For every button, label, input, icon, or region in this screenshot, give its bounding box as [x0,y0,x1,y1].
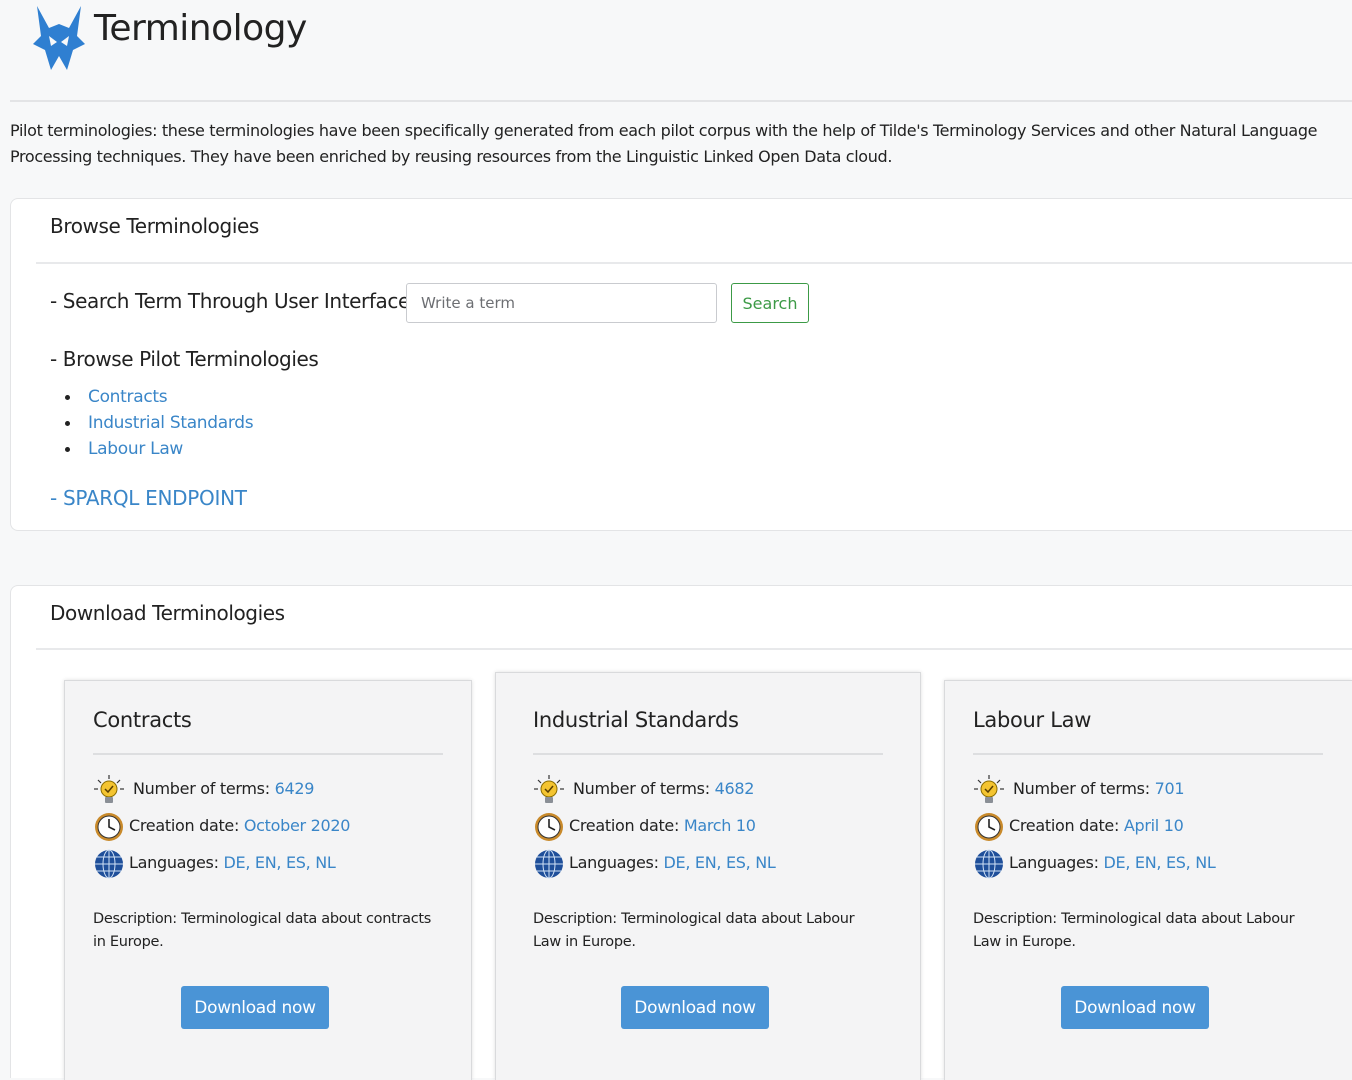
term-search-input[interactable] [406,283,717,323]
languages-value: DE, EN, ES, NL [1103,853,1216,872]
download-now-button[interactable]: Download now [181,986,329,1029]
card-divider [93,753,443,755]
lightbulb-icon [94,775,124,803]
creation-date-text: Creation date: October 2020 [129,811,350,841]
languages-text: Languages: DE, EN, ES, NL [569,848,776,878]
pilot-link-labour-law[interactable]: Labour Law [88,439,183,459]
intro-lead: Pilot terminologies: [10,121,158,140]
pilot-terminology-list: Contracts Industrial Standards Labour La… [50,384,254,462]
card-description: Description: Terminological data about L… [973,911,1295,950]
lightbulb-icon [974,775,1004,803]
card-title: Labour Law [973,708,1092,732]
creation-date-text: Creation date: April 10 [1009,811,1184,841]
pilot-link-industrial-standards[interactable]: Industrial Standards [88,413,254,433]
search-term-label: - Search Term Through User Interface [50,289,410,313]
terms-count-text: Number of terms: 6429 [133,774,314,804]
terms-value: 6429 [274,779,315,798]
date-label: Creation date: [1009,816,1120,835]
terminology-card-contracts: Contracts Number of terms: 6429 Creation… [64,680,472,1080]
creation-date-text: Creation date: March 10 [569,811,756,841]
intro-text: these terminologies have been specifical… [10,121,1318,166]
search-button[interactable]: Search [731,283,809,323]
terminology-card-industrial-standards: Industrial Standards Number of terms: 46… [495,672,921,1080]
card-divider [973,753,1323,755]
card-description: Description: Terminological data about c… [93,911,432,950]
terms-label: Number of terms: [133,779,270,798]
pilot-link-contracts[interactable]: Contracts [88,387,168,407]
clock-icon [95,813,123,841]
globe-icon [95,849,123,879]
languages-label: Languages: [1009,853,1099,872]
list-item: Contracts [50,384,253,410]
languages-label: Languages: [129,853,219,872]
terms-label: Number of terms: [573,779,710,798]
header-divider [10,100,1352,102]
site-title: Terminology [94,8,307,49]
globe-icon [535,849,563,879]
date-value: March 10 [683,816,756,835]
clock-icon [975,813,1003,841]
browse-panel-title: Browse Terminologies [50,214,259,238]
terms-value: 4682 [714,779,755,798]
download-now-button[interactable]: Download now [1061,986,1209,1029]
download-terminologies-panel: Download Terminologies Contracts Number … [10,585,1352,1080]
site-header: Terminology [0,0,1352,102]
date-label: Creation date: [569,816,680,835]
terms-label: Number of terms: [1013,779,1150,798]
card-description: Description: Terminological data about L… [533,911,855,950]
date-value: October 2020 [243,816,351,835]
terms-value: 701 [1154,779,1185,798]
languages-label: Languages: [569,853,659,872]
download-panel-divider [36,648,1352,650]
lynx-logo-icon[interactable] [33,6,85,70]
languages-value: DE, EN, ES, NL [663,853,776,872]
terminology-card-labour-law: Labour Law Number of terms: 701 Creation… [944,680,1352,1080]
languages-value: DE, EN, ES, NL [223,853,336,872]
terms-count-text: Number of terms: 4682 [573,774,754,804]
date-label: Creation date: [129,816,240,835]
download-now-button[interactable]: Download now [621,986,769,1029]
languages-text: Languages: DE, EN, ES, NL [1009,848,1216,878]
list-item: Labour Law [50,436,253,462]
terms-count-text: Number of terms: 701 [1013,774,1185,804]
download-panel-title: Download Terminologies [50,601,285,625]
browse-pilot-label: - Browse Pilot Terminologies [50,347,319,371]
browse-panel-divider [36,262,1352,264]
card-divider [533,753,883,755]
lightbulb-icon [534,775,564,803]
list-item: Industrial Standards [50,410,254,436]
card-title: Contracts [93,708,192,732]
clock-icon [535,813,563,841]
sparql-endpoint-link[interactable]: - SPARQL ENDPOINT [50,486,247,510]
date-value: April 10 [1123,816,1184,835]
browse-terminologies-panel: Browse Terminologies - Search Term Throu… [10,198,1352,531]
globe-icon [975,849,1003,879]
languages-text: Languages: DE, EN, ES, NL [129,848,336,878]
intro-paragraph: Pilot terminologies: these terminologies… [10,118,1346,170]
card-title: Industrial Standards [533,708,739,732]
